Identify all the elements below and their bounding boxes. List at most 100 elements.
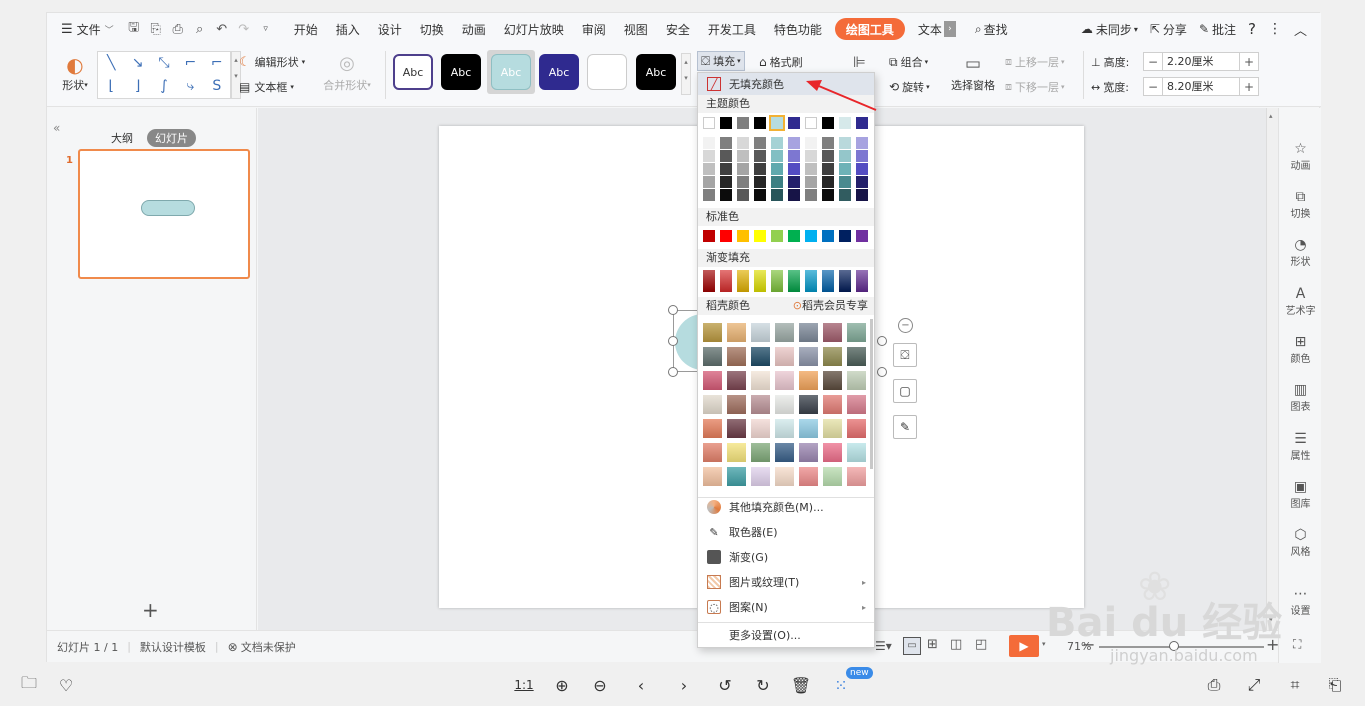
theme-color-swatch[interactable] (769, 115, 785, 131)
play-slideshow-button[interactable]: ▶ (1009, 635, 1039, 657)
theme-color-shade-swatch[interactable] (805, 137, 817, 149)
theme-color-shade-swatch[interactable] (788, 176, 800, 188)
collapse-mini-toolbar-icon[interactable]: − (898, 318, 913, 333)
theme-color-shade-swatch[interactable] (771, 150, 783, 162)
textbox-button[interactable]: ▤ 文本框 ▾ (239, 79, 294, 95)
shape-style-black-alt[interactable]: Abc (636, 54, 676, 90)
theme-color-shade-swatch[interactable] (754, 137, 766, 149)
document-protection-status[interactable]: 文档未保护 (241, 639, 296, 655)
sidebar-item-color[interactable]: ⊞ 颜色 (1279, 334, 1322, 365)
gradient-fill-swatch[interactable] (788, 270, 800, 292)
docer-color-swatch[interactable] (799, 371, 818, 390)
sidebar-item-gallery[interactable]: ▣ 图库 (1279, 479, 1322, 510)
sidebar-item-properties[interactable]: ☰ 属性 (1279, 431, 1322, 462)
docer-color-swatch[interactable] (751, 419, 770, 438)
shape-style-indigo[interactable]: Abc (539, 54, 579, 90)
docer-color-swatch[interactable] (727, 443, 746, 462)
slide-thumbnail[interactable] (78, 149, 250, 279)
freeform-icon[interactable]: S (204, 75, 230, 98)
docer-color-swatch[interactable] (703, 347, 722, 366)
search-button[interactable]: ⌕ 查找 (966, 13, 1017, 45)
eyedropper-option[interactable]: ✎ 取色器(E) (698, 521, 874, 543)
rotate-right-icon[interactable]: ↻ (752, 674, 774, 696)
width-stepper[interactable]: − 8.20厘米 + (1143, 77, 1259, 96)
docer-color-swatch[interactable] (775, 323, 794, 342)
redo-icon[interactable]: ↷ (233, 13, 255, 45)
height-stepper[interactable]: − 2.20厘米 + (1143, 52, 1259, 71)
theme-color-shade-swatch[interactable] (771, 137, 783, 149)
tab-developer[interactable]: 开发工具 (699, 13, 765, 45)
curved-connector-icon[interactable]: ∫ (151, 75, 177, 98)
theme-color-swatch[interactable] (805, 117, 817, 129)
theme-color-swatch[interactable] (703, 117, 715, 129)
gradient-option[interactable]: 渐变(G) (698, 546, 874, 568)
docer-color-swatch[interactable] (847, 419, 866, 438)
export-icon[interactable]: ⎗ (1324, 674, 1346, 696)
gradient-fill-swatch[interactable] (720, 270, 732, 292)
docer-color-swatch[interactable] (799, 467, 818, 486)
theme-color-shade-swatch[interactable] (856, 150, 868, 162)
actual-size-button[interactable]: 1:1 (513, 674, 535, 696)
theme-color-shade-swatch[interactable] (805, 176, 817, 188)
docer-color-swatch[interactable] (751, 467, 770, 486)
theme-color-shade-swatch[interactable] (737, 163, 749, 175)
share-button[interactable]: ⇱ 分享 (1144, 13, 1193, 45)
docer-color-swatch[interactable] (823, 371, 842, 390)
docer-color-swatch[interactable] (775, 467, 794, 486)
docer-palette-scrollbar[interactable] (870, 319, 873, 469)
theme-color-shade-swatch[interactable] (856, 163, 868, 175)
docer-color-swatch[interactable] (703, 443, 722, 462)
export-icon[interactable]: ⎘ (145, 13, 167, 45)
collapse-ribbon-icon[interactable]: ︿ (1288, 13, 1321, 45)
tab-insert[interactable]: 插入 (327, 13, 369, 45)
theme-color-shade-swatch[interactable] (703, 176, 715, 188)
docer-color-swatch[interactable] (727, 419, 746, 438)
docer-color-swatch[interactable] (847, 467, 866, 486)
reading-view-icon[interactable]: ◫ (950, 637, 962, 652)
standard-color-swatch[interactable] (788, 230, 800, 242)
standard-color-swatch[interactable] (822, 230, 834, 242)
theme-color-shade-swatch[interactable] (737, 176, 749, 188)
theme-color-shade-swatch[interactable] (720, 163, 732, 175)
docer-color-swatch[interactable] (775, 443, 794, 462)
arrow-line-shape-icon[interactable]: ↘ (124, 52, 150, 75)
gradient-fill-swatch[interactable] (805, 270, 817, 292)
notes-toggle-icon[interactable]: ☰▾ (875, 639, 892, 653)
docer-color-swatch[interactable] (751, 347, 770, 366)
tab-drawing-tools[interactable]: 绘图工具 (834, 18, 905, 40)
theme-color-shade-swatch[interactable] (856, 176, 868, 188)
gradient-fill-palette[interactable] (698, 270, 874, 294)
theme-color-shade-swatch[interactable] (754, 176, 766, 188)
print-icon[interactable]: ⎙ (1203, 674, 1225, 696)
more-vertical-icon[interactable]: ⋮ (1262, 13, 1288, 45)
docer-color-swatch[interactable] (775, 371, 794, 390)
gradient-fill-swatch[interactable] (754, 270, 766, 292)
docer-color-swatch[interactable] (703, 395, 722, 414)
docer-color-swatch[interactable] (823, 323, 842, 342)
theme-color-shade-swatch[interactable] (737, 150, 749, 162)
send-backward-button[interactable]: ⧈ 下移一层 ▾ (1005, 79, 1065, 95)
resize-handle[interactable] (877, 336, 887, 346)
docer-color-swatch[interactable] (751, 323, 770, 342)
curve-arrow-icon[interactable]: ⤷ (177, 75, 203, 98)
standard-color-swatch[interactable] (737, 230, 749, 242)
theme-color-shade-swatch[interactable] (703, 163, 715, 175)
theme-color-shade-swatch[interactable] (720, 137, 732, 149)
gradient-fill-swatch[interactable] (856, 270, 868, 292)
docer-color-swatch[interactable] (799, 323, 818, 342)
docer-color-swatch[interactable] (847, 395, 866, 414)
theme-color-shade-swatch[interactable] (839, 137, 851, 149)
height-input[interactable]: 2.20厘米 (1162, 53, 1240, 70)
theme-color-swatch[interactable] (822, 117, 834, 129)
gradient-fill-swatch[interactable] (737, 270, 749, 292)
gradient-fill-swatch[interactable] (771, 270, 783, 292)
width-input[interactable]: 8.20厘米 (1162, 78, 1240, 95)
increase-width-button[interactable]: + (1240, 78, 1258, 95)
resize-handle[interactable] (668, 367, 678, 377)
more-fill-colors-option[interactable]: 其他填充颜色(M)... (698, 496, 874, 518)
docer-color-swatch[interactable] (799, 347, 818, 366)
picture-texture-option[interactable]: 图片或纹理(T) ▸ (698, 571, 874, 593)
sidebar-item-chart[interactable]: ▥ 图表 (1279, 382, 1322, 413)
undo-icon[interactable]: ↶ (211, 13, 233, 45)
print-icon[interactable]: ⎙ (167, 13, 189, 45)
